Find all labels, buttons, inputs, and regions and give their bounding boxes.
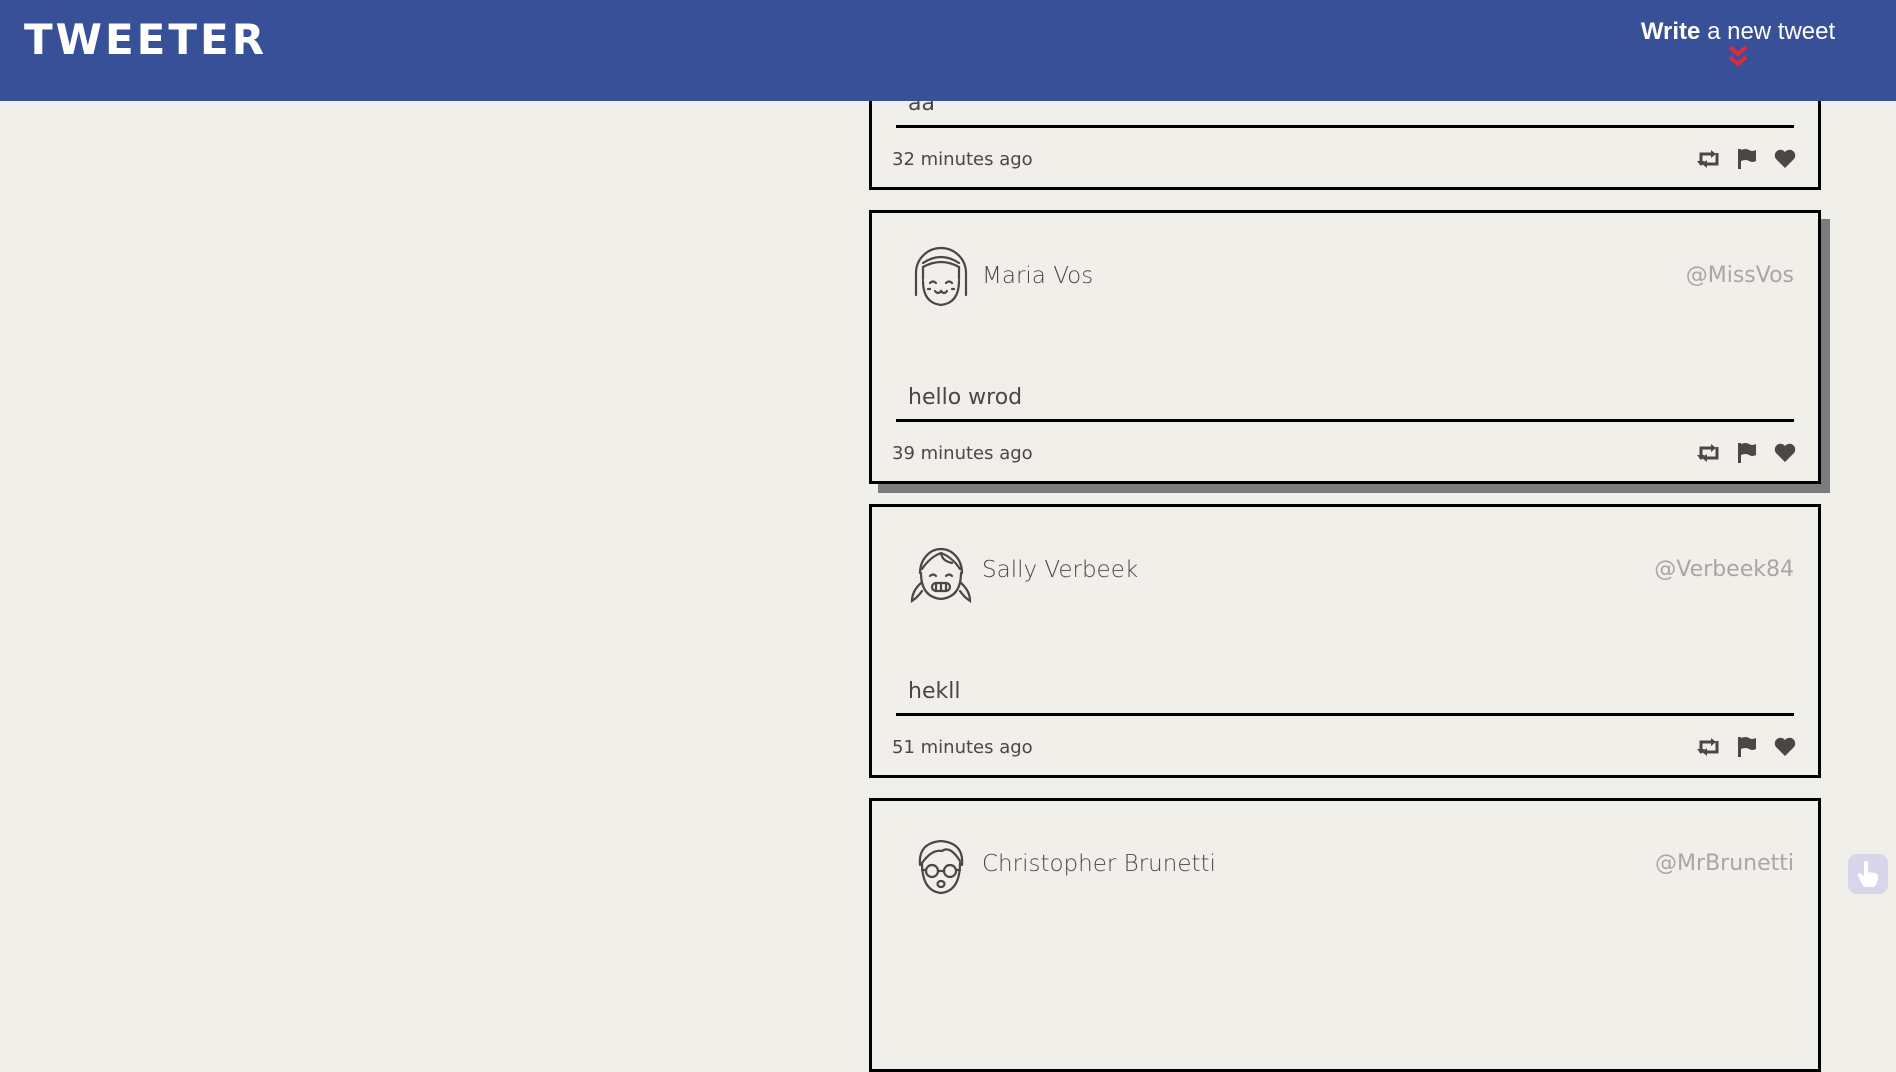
tweet-feed: aa 32 minutes ago Maria Vos @MissVos hel…: [0, 0, 1896, 1072]
tweet-text: hekll: [896, 672, 1794, 716]
app-logo[interactable]: TWEETER: [24, 14, 267, 66]
write-new-tweet-label-strong: Write: [1640, 18, 1701, 45]
tweet-footer: 39 minutes ago: [872, 435, 1818, 475]
tweet-timestamp: 32 minutes ago: [892, 149, 1033, 170]
tweet-footer: 32 minutes ago: [872, 141, 1818, 181]
tweet-timestamp: 39 minutes ago: [892, 443, 1033, 464]
girl-pigtails-avatar-icon: [908, 539, 974, 605]
write-new-tweet-label-rest: a new tweet: [1700, 18, 1836, 45]
retweet-icon[interactable]: [1696, 735, 1722, 759]
tweet-header: Sally Verbeek @Verbeek84: [872, 507, 1818, 640]
tweet-card: Maria Vos @MissVos hello wrod 39 minutes…: [869, 210, 1821, 484]
tweet-text: hello wrod: [896, 378, 1794, 422]
author-handle[interactable]: @MrBrunetti: [1655, 851, 1794, 876]
retweet-icon[interactable]: [1696, 441, 1722, 465]
author-handle[interactable]: @MissVos: [1686, 263, 1794, 288]
flag-icon[interactable]: [1734, 147, 1760, 171]
heart-icon[interactable]: [1772, 441, 1798, 465]
tweet-header: Maria Vos @MissVos: [872, 213, 1818, 346]
tweet-actions: [1696, 147, 1798, 171]
boy-glasses-avatar-icon: [908, 833, 974, 899]
flag-icon[interactable]: [1734, 735, 1760, 759]
tweet-footer: 51 minutes ago: [872, 729, 1818, 769]
tweet-actions: [1696, 735, 1798, 759]
girl-bangs-avatar-icon: [908, 245, 974, 311]
retweet-icon[interactable]: [1696, 147, 1722, 171]
write-new-tweet-label: Write a new tweet: [1628, 14, 1848, 50]
tweet-actions: [1696, 441, 1798, 465]
author-name[interactable]: Sally Verbeek: [982, 557, 1138, 583]
author-handle[interactable]: @Verbeek84: [1654, 557, 1794, 582]
heart-icon[interactable]: [1772, 147, 1798, 171]
tweet-card: Christopher Brunetti @MrBrunetti: [869, 798, 1821, 1072]
floating-helper-button[interactable]: [1848, 854, 1888, 894]
tweet-card: Sally Verbeek @Verbeek84 hekll 51 minute…: [869, 504, 1821, 778]
tweet-timestamp: 51 minutes ago: [892, 737, 1033, 758]
author-name[interactable]: Maria Vos: [982, 263, 1093, 289]
heart-icon[interactable]: [1772, 735, 1798, 759]
write-new-tweet-button[interactable]: Write a new tweet: [1628, 14, 1848, 70]
top-navbar: TWEETER Write a new tweet: [0, 0, 1896, 101]
pointing-hand-icon: [1857, 861, 1879, 887]
tweet-header: Christopher Brunetti @MrBrunetti: [872, 801, 1818, 934]
flag-icon[interactable]: [1734, 441, 1760, 465]
author-name[interactable]: Christopher Brunetti: [982, 851, 1216, 877]
